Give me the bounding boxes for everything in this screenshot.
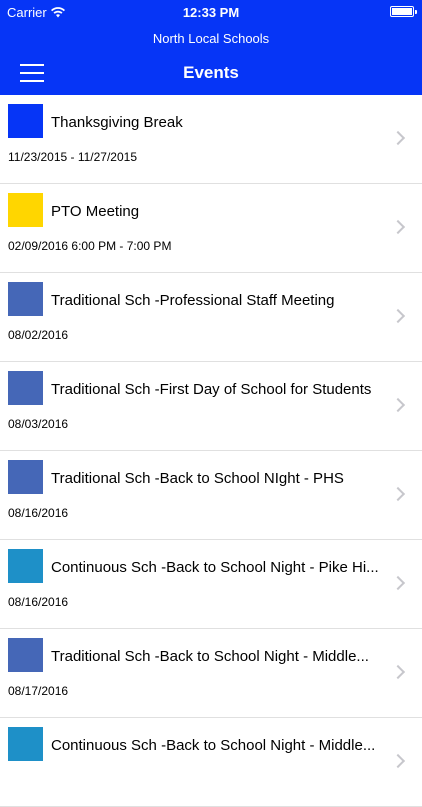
school-name: North Local Schools <box>152 31 270 46</box>
event-color-swatch <box>8 638 43 672</box>
page-title: Events <box>183 63 239 82</box>
event-color-swatch <box>8 549 43 583</box>
event-title: Thanksgiving Break <box>51 114 183 131</box>
chevron-right-icon <box>390 664 406 680</box>
event-title: Traditional Sch -Professional Staff Meet… <box>51 292 335 309</box>
event-row[interactable]: Continuous Sch -Back to School Night - P… <box>0 540 422 629</box>
event-row[interactable]: Traditional Sch -Back to School Night - … <box>0 629 422 718</box>
event-date: 08/16/2016 <box>8 506 69 520</box>
event-row[interactable]: Traditional Sch -First Day of School for… <box>0 362 422 451</box>
event-date: 08/02/2016 <box>8 328 69 342</box>
event-color-swatch <box>8 727 43 761</box>
event-color-swatch <box>8 193 43 227</box>
event-date: 08/16/2016 <box>8 595 69 609</box>
event-date: 08/17/2016 <box>8 684 69 698</box>
event-date: 02/09/2016 6:00 PM - 7:00 PM <box>8 239 172 253</box>
event-title: Continuous Sch -Back to School Night - P… <box>51 559 379 576</box>
chevron-right-icon <box>390 130 406 146</box>
status-bar: Carrier 12:33 PM <box>0 0 422 24</box>
event-color-swatch <box>8 371 43 405</box>
event-row[interactable]: PTO Meeting 02/09/2016 6:00 PM - 7:00 PM <box>0 184 422 273</box>
event-row[interactable]: Thanksgiving Break 11/23/2015 - 11/27/20… <box>0 95 422 184</box>
chevron-right-icon <box>390 575 406 591</box>
event-title: Traditional Sch -First Day of School for… <box>51 381 372 398</box>
chevron-right-icon <box>390 308 406 324</box>
events-list: Thanksgiving Break 11/23/2015 - 11/27/20… <box>0 95 422 807</box>
event-title: PTO Meeting <box>51 203 140 220</box>
battery-icon <box>390 6 417 17</box>
event-date: 11/23/2015 - 11/27/2015 <box>8 150 137 164</box>
status-time: 12:33 PM <box>182 5 240 20</box>
event-row[interactable]: Continuous Sch -Back to School Night - M… <box>0 718 422 807</box>
chevron-right-icon <box>390 397 406 413</box>
event-row[interactable]: Traditional Sch -Back to School NIght - … <box>0 451 422 540</box>
event-color-swatch <box>8 460 43 494</box>
event-color-swatch <box>8 104 43 138</box>
event-color-swatch <box>8 282 43 316</box>
event-title: Traditional Sch -Back to School NIght - … <box>51 470 344 487</box>
chevron-right-icon <box>390 753 406 769</box>
event-title: Traditional Sch -Back to School Night - … <box>51 648 369 665</box>
app-header: Carrier 12:33 PM North Local Schools Eve… <box>0 0 422 95</box>
event-date: 08/03/2016 <box>8 417 69 431</box>
chevron-right-icon <box>390 219 406 235</box>
event-row[interactable]: Traditional Sch -Professional Staff Meet… <box>0 273 422 362</box>
event-title: Continuous Sch -Back to School Night - M… <box>51 737 376 754</box>
chevron-right-icon <box>390 486 406 502</box>
